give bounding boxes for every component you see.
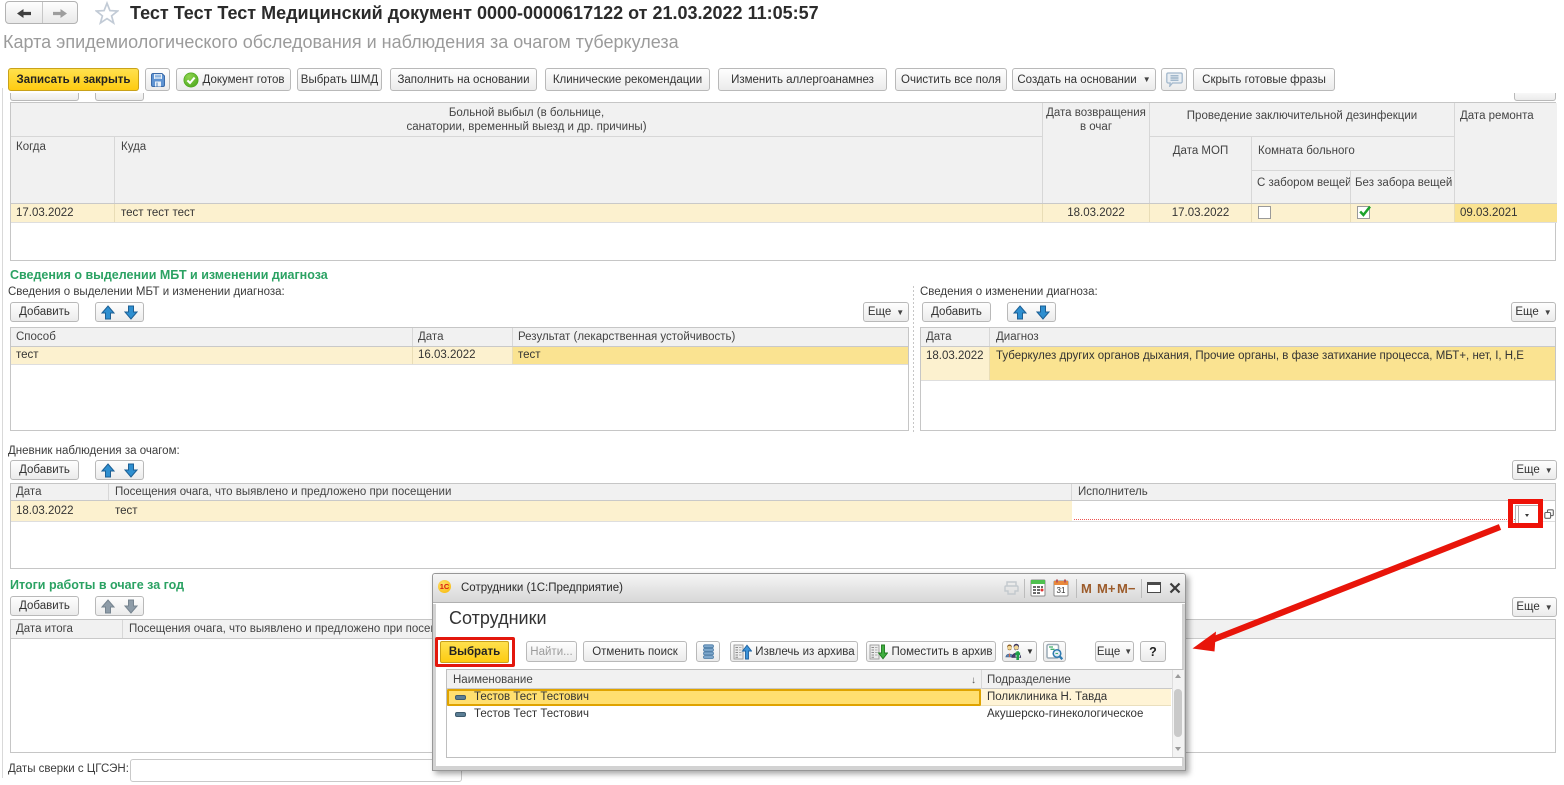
svg-text:31: 31: [1057, 586, 1066, 595]
